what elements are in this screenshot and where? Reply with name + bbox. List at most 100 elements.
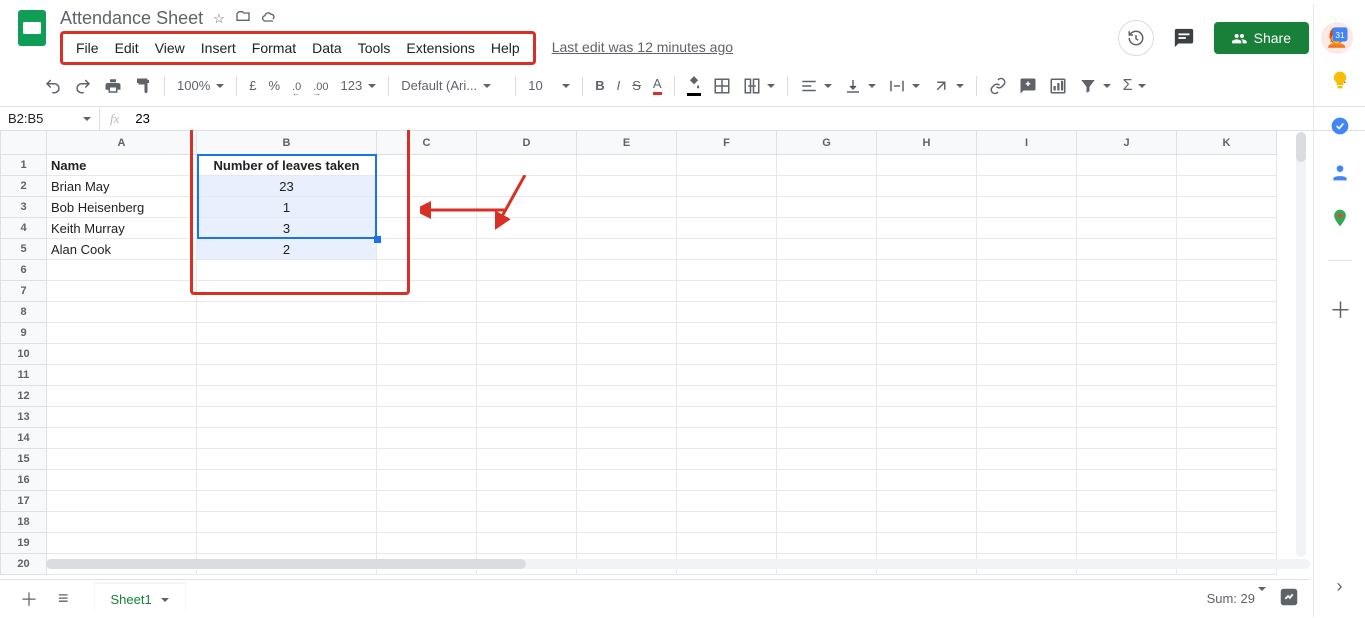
cell-A12[interactable] <box>47 386 197 407</box>
col-header-F[interactable]: F <box>677 131 777 155</box>
cell-F9[interactable] <box>677 323 777 344</box>
cell-K4[interactable] <box>1177 218 1277 239</box>
cell-E13[interactable] <box>577 407 677 428</box>
formula-bar[interactable] <box>129 107 1365 130</box>
cell-G6[interactable] <box>777 260 877 281</box>
cell-G4[interactable] <box>777 218 877 239</box>
cell-D3[interactable] <box>477 197 577 218</box>
cell-B16[interactable] <box>197 470 377 491</box>
col-header-K[interactable]: K <box>1177 131 1277 155</box>
cell-B8[interactable] <box>197 302 377 323</box>
cell-J5[interactable] <box>1077 239 1177 260</box>
cell-K8[interactable] <box>1177 302 1277 323</box>
cell-C11[interactable] <box>377 365 477 386</box>
cell-D5[interactable] <box>477 239 577 260</box>
cell-E3[interactable] <box>577 197 677 218</box>
row-header-14[interactable]: 14 <box>1 428 47 449</box>
cell-J6[interactable] <box>1077 260 1177 281</box>
cell-A19[interactable] <box>47 533 197 554</box>
cell-I6[interactable] <box>977 260 1077 281</box>
cell-B2[interactable]: 23 <box>197 176 377 197</box>
cell-E8[interactable] <box>577 302 677 323</box>
cell-A4[interactable]: Keith Murray <box>47 218 197 239</box>
row-header-13[interactable]: 13 <box>1 407 47 428</box>
col-header-J[interactable]: J <box>1077 131 1177 155</box>
row-header-8[interactable]: 8 <box>1 302 47 323</box>
cell-G16[interactable] <box>777 470 877 491</box>
cell-K19[interactable] <box>1177 533 1277 554</box>
cell-I14[interactable] <box>977 428 1077 449</box>
cell-K12[interactable] <box>1177 386 1277 407</box>
comments-button[interactable] <box>1166 20 1202 56</box>
cell-D18[interactable] <box>477 512 577 533</box>
bold-button[interactable]: B <box>591 74 608 97</box>
cell-E7[interactable] <box>577 281 677 302</box>
functions-dropdown[interactable]: Σ <box>1119 73 1151 99</box>
col-header-H[interactable]: H <box>877 131 977 155</box>
row-header-10[interactable]: 10 <box>1 344 47 365</box>
cell-A5[interactable]: Alan Cook <box>47 239 197 260</box>
cell-H10[interactable] <box>877 344 977 365</box>
cell-B7[interactable] <box>197 281 377 302</box>
cell-I18[interactable] <box>977 512 1077 533</box>
cell-B15[interactable] <box>197 449 377 470</box>
zoom-dropdown[interactable]: 100% <box>173 74 228 97</box>
cell-B17[interactable] <box>197 491 377 512</box>
cell-E12[interactable] <box>577 386 677 407</box>
cell-C12[interactable] <box>377 386 477 407</box>
cell-I4[interactable] <box>977 218 1077 239</box>
row-header-11[interactable]: 11 <box>1 365 47 386</box>
horizontal-align-dropdown[interactable] <box>796 73 836 99</box>
menu-tools[interactable]: Tools <box>351 36 398 60</box>
cell-E11[interactable] <box>577 365 677 386</box>
cell-D12[interactable] <box>477 386 577 407</box>
cell-H19[interactable] <box>877 533 977 554</box>
row-header-2[interactable]: 2 <box>1 176 47 197</box>
row-header-7[interactable]: 7 <box>1 281 47 302</box>
all-sheets-button[interactable]: ≡ <box>48 582 79 615</box>
cell-B9[interactable] <box>197 323 377 344</box>
cell-C3[interactable] <box>377 197 477 218</box>
cell-I17[interactable] <box>977 491 1077 512</box>
cell-I11[interactable] <box>977 365 1077 386</box>
cell-I1[interactable] <box>977 155 1077 176</box>
cell-C9[interactable] <box>377 323 477 344</box>
insert-chart-button[interactable] <box>1045 73 1071 99</box>
cell-B3[interactable]: 1 <box>197 197 377 218</box>
cell-G1[interactable] <box>777 155 877 176</box>
col-header-I[interactable]: I <box>977 131 1077 155</box>
cloud-icon[interactable] <box>261 9 277 28</box>
cell-H15[interactable] <box>877 449 977 470</box>
horizontal-scrollbar[interactable] <box>46 559 1310 575</box>
cell-F14[interactable] <box>677 428 777 449</box>
cell-A13[interactable] <box>47 407 197 428</box>
cell-H18[interactable] <box>877 512 977 533</box>
vertical-align-dropdown[interactable] <box>840 73 880 99</box>
cell-C6[interactable] <box>377 260 477 281</box>
menu-data[interactable]: Data <box>305 36 349 60</box>
cell-D15[interactable] <box>477 449 577 470</box>
calendar-icon[interactable]: 31 <box>1330 24 1350 44</box>
share-button[interactable]: Share <box>1214 22 1309 54</box>
menu-help[interactable]: Help <box>484 36 527 60</box>
cell-D6[interactable] <box>477 260 577 281</box>
select-all-cell[interactable] <box>1 131 47 155</box>
cell-A8[interactable] <box>47 302 197 323</box>
cell-G14[interactable] <box>777 428 877 449</box>
cell-J15[interactable] <box>1077 449 1177 470</box>
text-color-button[interactable]: A <box>649 72 666 99</box>
cell-D17[interactable] <box>477 491 577 512</box>
cell-C17[interactable] <box>377 491 477 512</box>
cell-J14[interactable] <box>1077 428 1177 449</box>
cell-F5[interactable] <box>677 239 777 260</box>
cell-I5[interactable] <box>977 239 1077 260</box>
cell-B6[interactable] <box>197 260 377 281</box>
cell-C1[interactable] <box>377 155 477 176</box>
menu-extensions[interactable]: Extensions <box>399 36 481 60</box>
cell-J16[interactable] <box>1077 470 1177 491</box>
col-header-C[interactable]: C <box>377 131 477 155</box>
spreadsheet-grid[interactable]: ABCDEFGHIJK1NameNumber of leaves taken2B… <box>0 130 1310 577</box>
cell-B5[interactable]: 2 <box>197 239 377 260</box>
row-header-15[interactable]: 15 <box>1 449 47 470</box>
cell-H11[interactable] <box>877 365 977 386</box>
